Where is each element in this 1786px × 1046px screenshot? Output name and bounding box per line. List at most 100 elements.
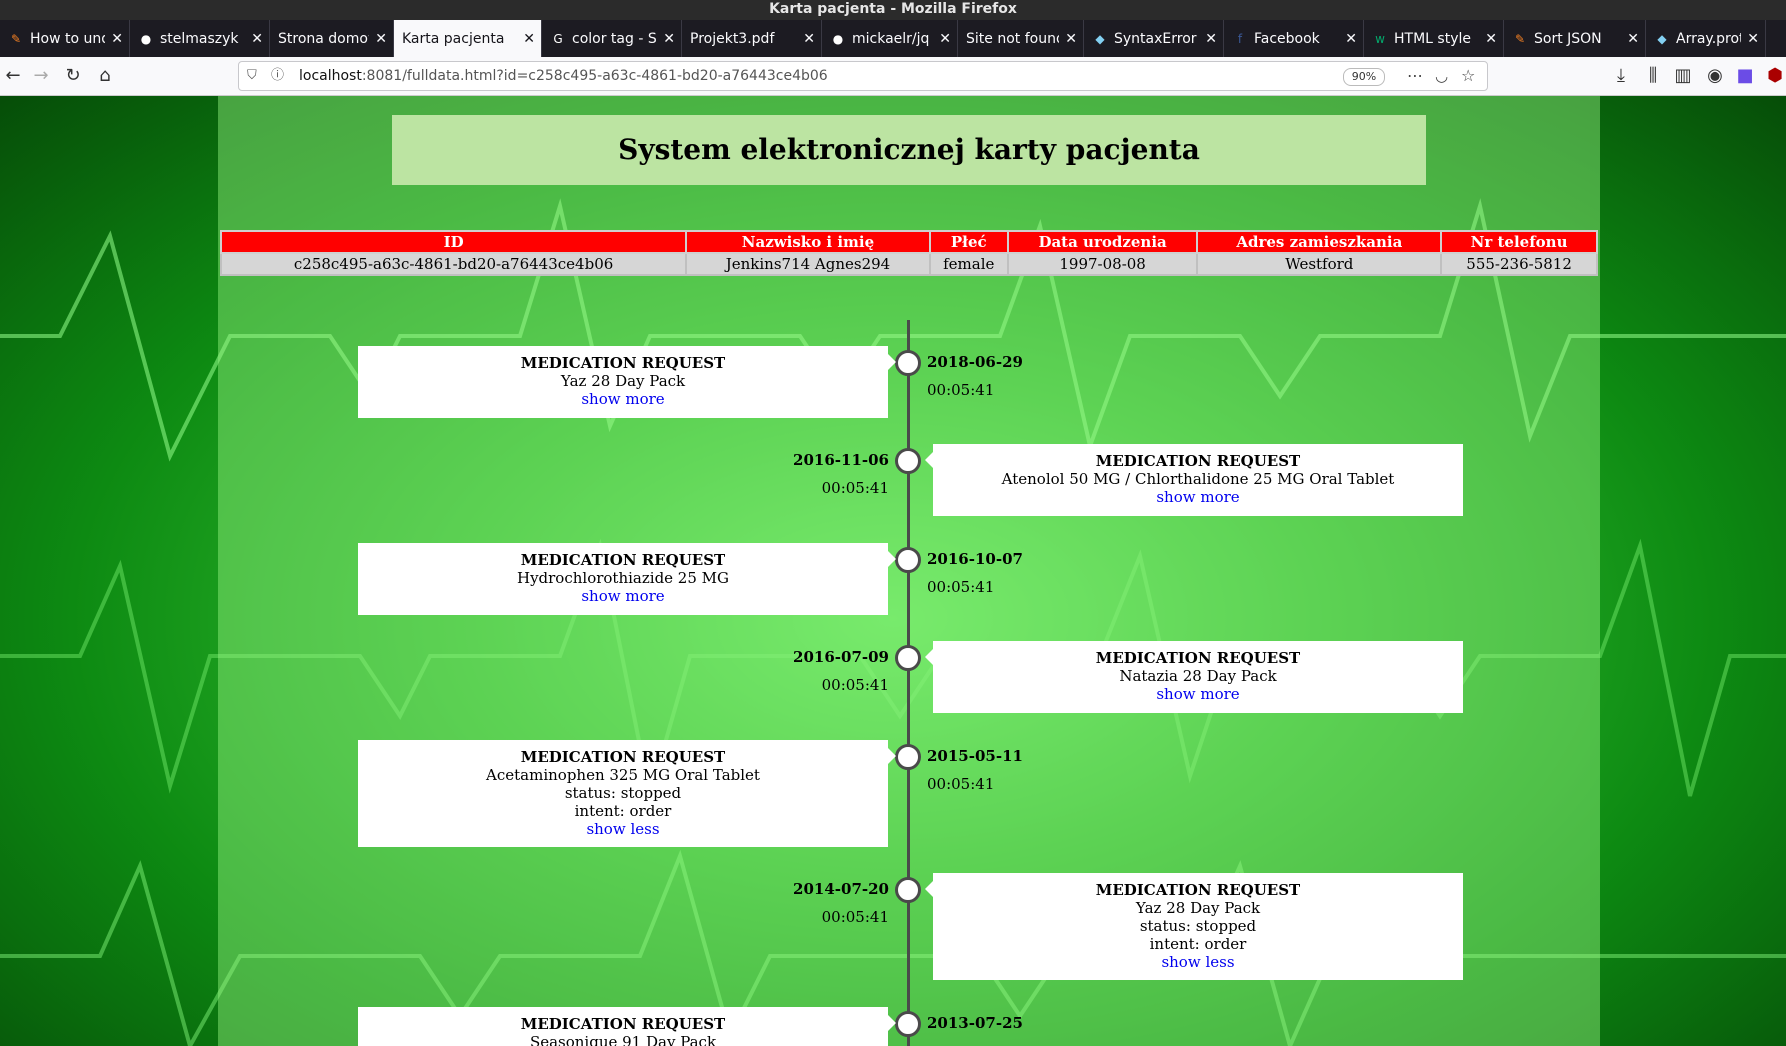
tab-2[interactable]: Strona domow ✕ [270,20,394,57]
column-header: ID [219,230,688,254]
ublock-icon[interactable]: ⬢ [1764,65,1786,87]
medication-name: Seasonique 91 Day Pack [529,1033,717,1046]
pocket-icon[interactable]: ◡ [1435,62,1448,90]
timeline-card: MEDICATION REQUEST Hydrochlorothiazide 25… [358,543,896,615]
card-title: MEDICATION REQUEST [1095,452,1301,470]
tab-label: SyntaxError [1114,30,1197,47]
close-tab-icon[interactable]: ✕ [111,31,123,47]
window-title: Karta pacjenta - Mozilla Firefox [0,0,1786,20]
url-text[interactable]: localhost:8081/fulldata.html?id=c258c495… [299,62,828,90]
tab-label: Facebook [1254,30,1320,47]
event-date: 2013-07-25 [927,1014,1023,1032]
github-icon: ● [832,31,844,46]
show-more-link[interactable]: show more [933,488,1463,506]
tab-label: Site not found [966,30,1060,47]
close-tab-icon[interactable]: ✕ [1747,31,1759,47]
reload-icon[interactable]: ↻ [62,65,84,87]
medication-name: Natazia 28 Day Pack [1119,667,1277,685]
close-tab-icon[interactable]: ✕ [663,31,675,47]
table-row: c258c495-a63c-4861-bd20-a76443ce4b06 Jenk… [219,252,1598,276]
close-tab-icon[interactable]: ✕ [1065,31,1077,47]
back-icon[interactable]: ← [2,65,24,87]
mdn-icon: ◆ [1657,31,1667,46]
event-time: 00:05:41 [927,578,995,596]
close-tab-icon[interactable]: ✕ [803,31,815,47]
show-more-link[interactable]: show more [358,587,888,605]
tab-6[interactable]: ● mickaelr/jq ✕ [822,20,958,57]
card-title: MEDICATION REQUEST [520,354,726,372]
tab-0[interactable]: ✎ How to und ✕ [0,20,130,57]
card-title: MEDICATION REQUEST [1095,881,1301,899]
card-detail: status: stopped [564,784,682,802]
facebook-icon: f [1237,31,1243,46]
tab-bar: ✎ How to und ✕ ● stelmaszyk ✕ Strona domow ✕ Kar… [0,20,1786,57]
close-tab-icon[interactable]: ✕ [939,31,951,47]
close-tab-icon[interactable]: ✕ [1627,31,1639,47]
show-less-link[interactable]: show less [933,953,1463,971]
page-title: System elektronicznej karty pacjenta [392,115,1426,185]
forward-icon[interactable]: → [30,65,52,87]
account-icon[interactable]: ◉ [1704,65,1726,87]
show-more-link[interactable]: show more [933,685,1463,703]
card-detail: intent: order [574,802,672,820]
table-cell: Jenkins714 Agnes294 [685,252,931,276]
timeline-marker [895,744,921,770]
event-time: 00:05:41 [927,381,995,399]
close-tab-icon[interactable]: ✕ [1205,31,1217,47]
tab-12[interactable]: ◆ Array.proto ✕ [1646,20,1766,57]
tab-7[interactable]: Site not found ✕ [958,20,1084,57]
column-header: Data urodzenia [1006,230,1199,254]
table-cell: c258c495-a63c-4861-bd20-a76443ce4b06 [219,252,688,276]
timeline-card: MEDICATION REQUEST Natazia 28 Day Pack sho… [925,641,1463,713]
extension-icon[interactable]: ■ [1734,65,1756,87]
timeline-card: MEDICATION REQUEST Seasonique 91 Day Pack [358,1007,896,1046]
tab-label: Karta pacjenta [402,30,505,47]
tab-10[interactable]: w HTML style ✕ [1364,20,1504,57]
home-icon[interactable]: ⌂ [94,65,116,87]
tab-11[interactable]: ✎ Sort JSON ✕ [1504,20,1646,57]
library-icon[interactable]: ⫼ [1642,65,1664,87]
tab-8[interactable]: ◆ SyntaxError ✕ [1084,20,1224,57]
column-header: Nr telefonu [1440,230,1598,254]
show-less-link[interactable]: show less [358,820,888,838]
card-title: MEDICATION REQUEST [1095,649,1301,667]
url-bar[interactable]: ⛉ ⓘ localhost:8081/fulldata.html?id=c258… [238,61,1488,91]
tab-1[interactable]: ● stelmaszyk ✕ [130,20,270,57]
card-title: MEDICATION REQUEST [520,1015,726,1033]
timeline-card: MEDICATION REQUEST Yaz 28 Day Pack show mo… [358,346,896,418]
bookmark-star-icon[interactable]: ☆ [1461,62,1475,90]
close-tab-icon[interactable]: ✕ [251,31,263,47]
tab-label: Sort JSON [1534,30,1602,47]
mdn-icon: ◆ [1095,31,1105,46]
table-cell: 555-236-5812 [1440,252,1598,276]
tab-label: Strona domow [278,30,370,47]
close-tab-icon[interactable]: ✕ [1345,31,1357,47]
event-time: 00:05:41 [821,479,889,497]
patient-table: ID Nazwisko i imię Płeć Data urodzenia Adres… [219,230,1598,276]
tab-3[interactable]: Karta pacjenta ✕ [394,20,542,57]
github-icon: ● [140,31,152,46]
medication-name: Acetaminophen 325 MG Oral Tablet [486,766,760,784]
info-icon[interactable]: ⓘ [271,62,284,90]
event-date: 2015-05-11 [927,747,1023,765]
downloads-icon[interactable]: ⤓ [1610,65,1632,87]
event-date: 2014-07-20 [793,880,889,898]
close-tab-icon[interactable]: ✕ [375,31,387,47]
medication-name: Yaz 28 Day Pack [560,372,686,390]
close-tab-icon[interactable]: ✕ [523,31,535,47]
page-actions-icon[interactable]: ⋯ [1407,62,1423,90]
tab-4[interactable]: Gcolor tag - S ✕ [542,20,682,57]
close-tab-icon[interactable]: ✕ [1485,31,1497,47]
tab-label: mickaelr/jq [852,30,930,47]
timeline-card: MEDICATION REQUEST Yaz 28 Day Pack status:… [925,873,1463,980]
sidebar-icon[interactable]: ▥ [1672,65,1694,87]
tab-5[interactable]: Projekt3.pdf ✕ [682,20,822,57]
tab-9[interactable]: f Facebook ✕ [1224,20,1364,57]
event-date: 2016-10-07 [927,550,1023,568]
timeline-marker [895,877,921,903]
zoom-level[interactable]: 90% [1343,68,1385,86]
card-title: MEDICATION REQUEST [520,551,726,569]
shield-icon[interactable]: ⛉ [247,62,257,90]
show-more-link[interactable]: show more [358,390,888,408]
event-date: 2018-06-29 [927,353,1023,371]
